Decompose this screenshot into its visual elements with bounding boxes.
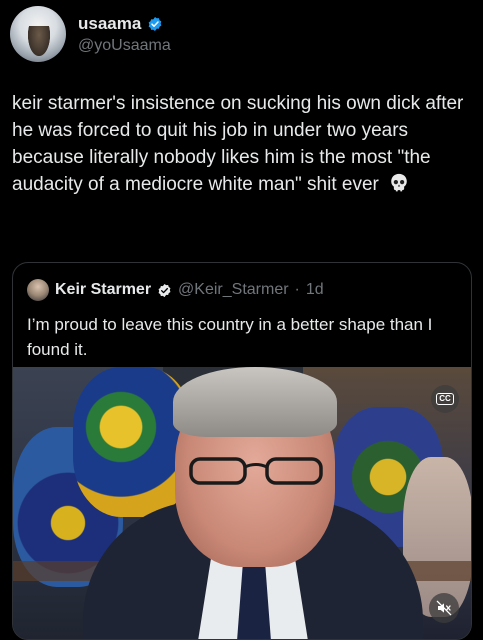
quoted-verified-badge-icon — [158, 283, 171, 297]
tweet-header: usaama @yoUsaama — [10, 6, 171, 62]
author-names: usaama @yoUsaama — [78, 14, 171, 55]
hair — [173, 367, 337, 437]
quoted-timestamp[interactable]: 1d — [306, 281, 324, 299]
mute-button[interactable] — [429, 593, 459, 623]
author-handle[interactable]: @yoUsaama — [78, 37, 171, 55]
glasses — [189, 457, 323, 485]
speaker-figure — [83, 367, 423, 639]
closed-captions-button[interactable]: CC — [431, 385, 459, 413]
quoted-author-display-name[interactable]: Keir Starmer — [55, 281, 151, 299]
author-avatar[interactable] — [10, 6, 66, 62]
quoted-tweet-header: Keir Starmer @Keir_Starmer · 1d — [27, 279, 324, 301]
skull-emoji-icon — [391, 173, 407, 192]
quoted-video[interactable]: CC — [13, 367, 471, 639]
author-display-name[interactable]: usaama — [78, 14, 141, 34]
verified-badge-icon — [148, 16, 162, 31]
muted-speaker-icon — [436, 600, 452, 616]
tweet-body: keir starmer's insistence on sucking his… — [12, 90, 474, 198]
display-name-row: usaama — [78, 14, 171, 34]
quoted-separator: · — [294, 281, 300, 298]
quoted-tweet-text: I’m proud to leave this country in a bet… — [27, 315, 433, 359]
quoted-author-avatar[interactable] — [27, 279, 49, 301]
quoted-author-handle[interactable]: @Keir_Starmer — [178, 281, 289, 299]
quoted-tweet-card[interactable]: Keir Starmer @Keir_Starmer · 1d I’m prou… — [12, 262, 472, 640]
cc-icon: CC — [436, 393, 454, 405]
